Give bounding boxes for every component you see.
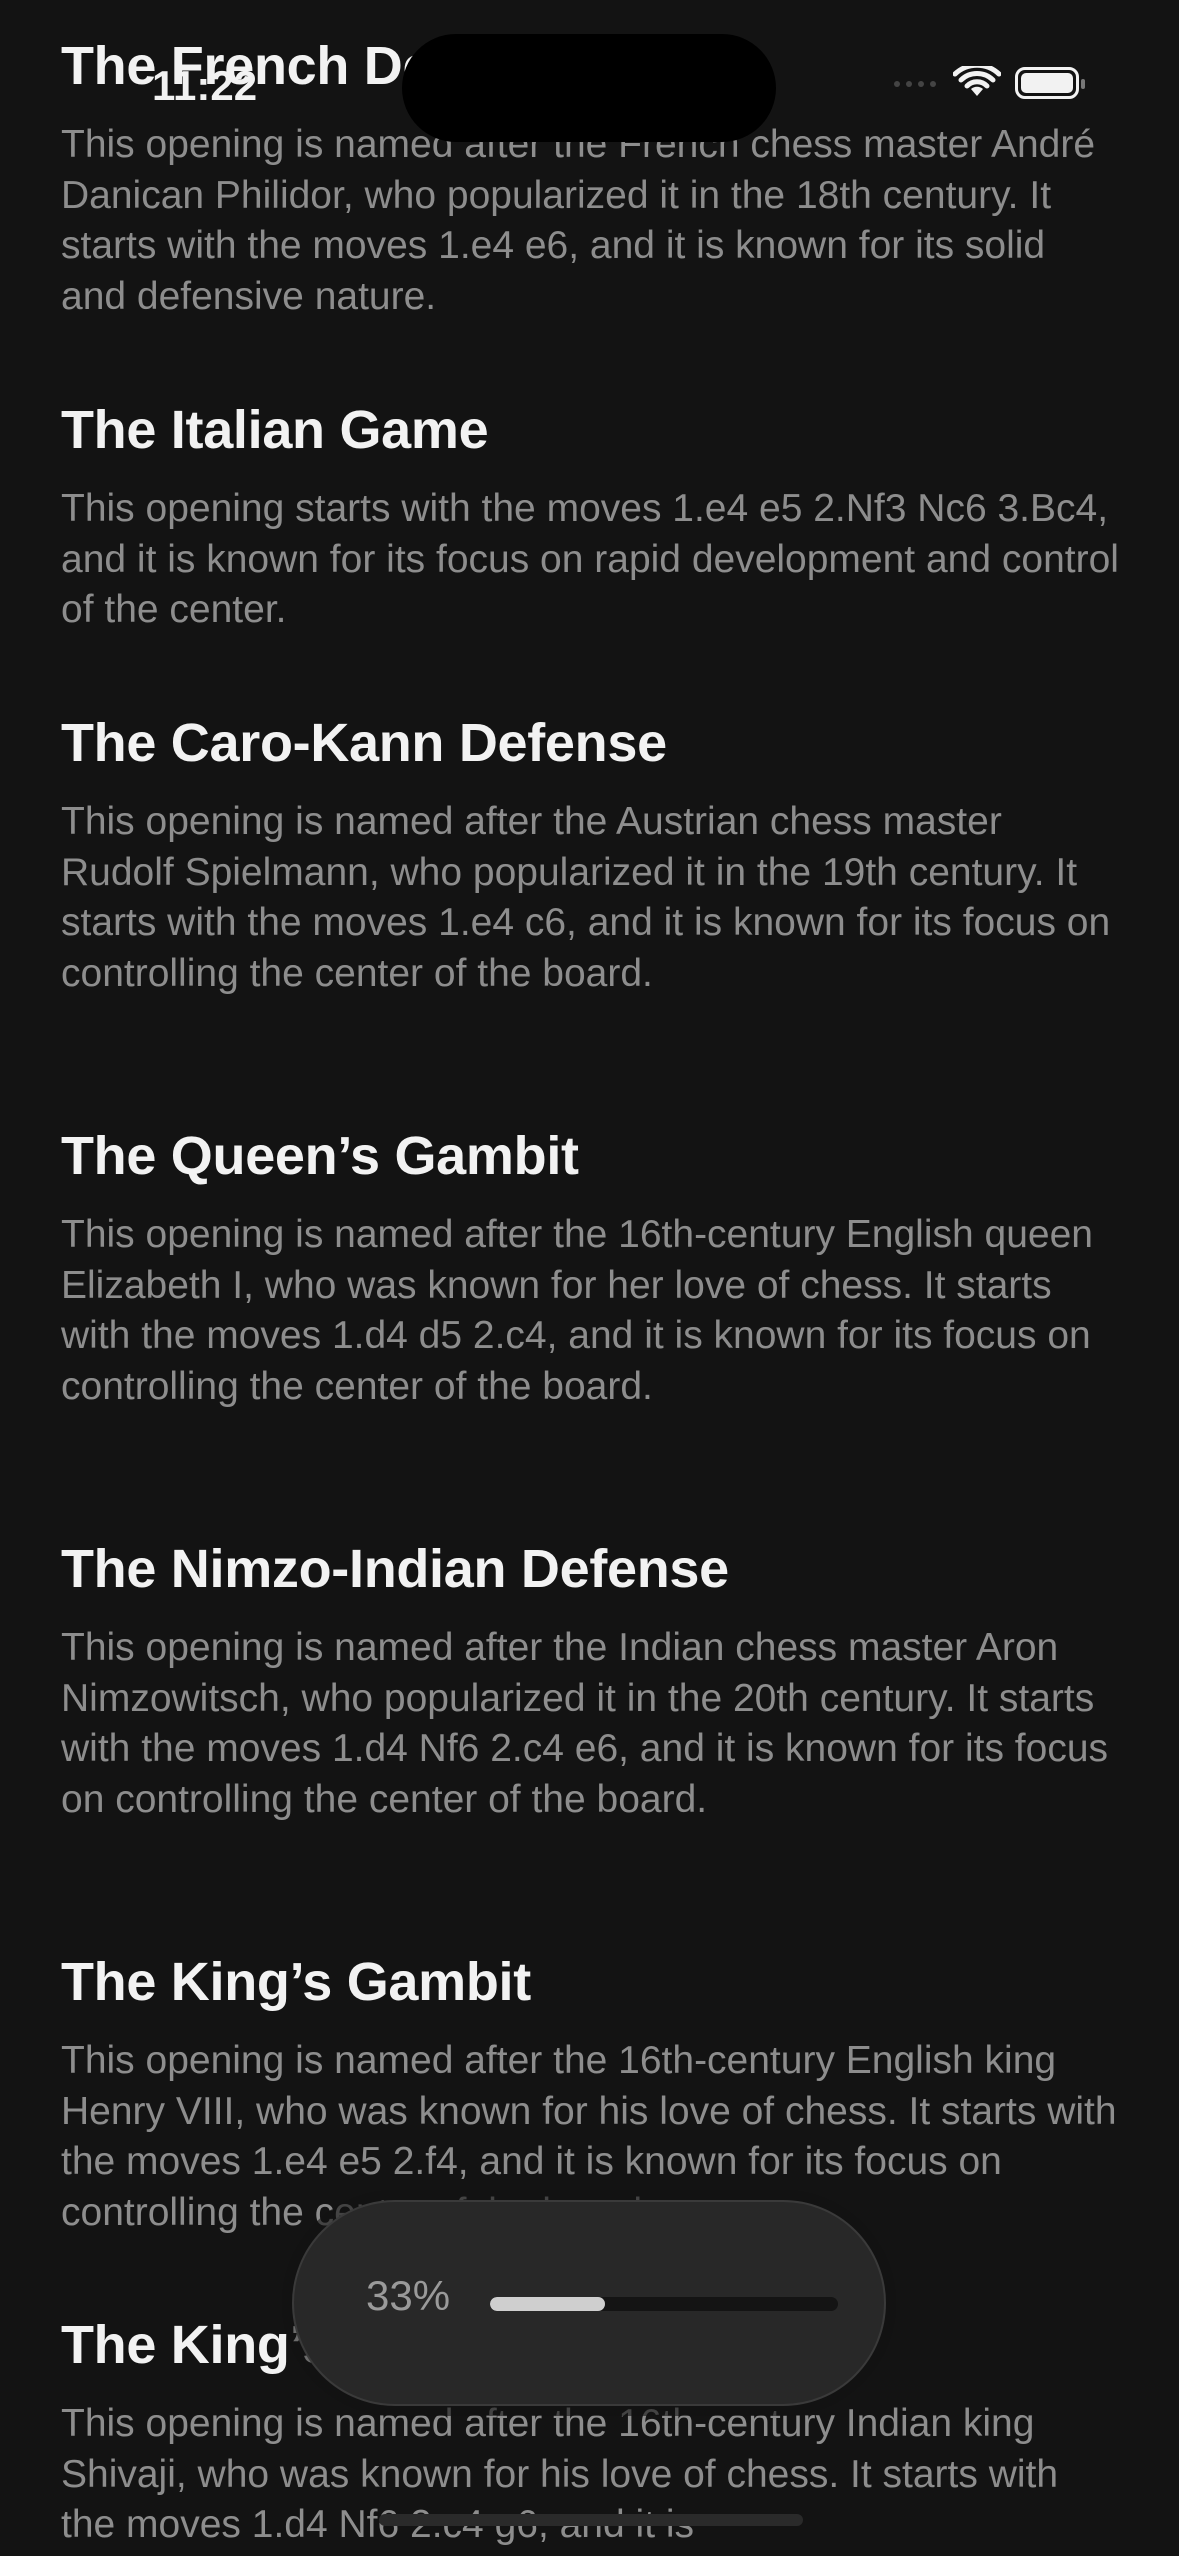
progress-fill <box>490 2297 605 2311</box>
section-title: The Italian Game <box>61 400 489 460</box>
signal-icon <box>891 74 939 92</box>
section-title: The Queen’s Gambit <box>61 1126 579 1186</box>
section-italian-game: The Italian Game This opening starts wit… <box>61 398 1121 636</box>
section-body: This opening is named after the Indian c… <box>61 1626 1109 1821</box>
status-time: 11:22 <box>152 62 258 109</box>
battery-icon <box>1015 67 1085 99</box>
section-queens-gambit: The Queen’s Gambit This opening is named… <box>61 1124 1121 1412</box>
status-icons <box>891 66 1085 100</box>
progress-track <box>490 2297 838 2311</box>
section-title: The King’s Gambit <box>61 1952 531 2012</box>
section-body: This opening is named after the Austrian… <box>61 800 1111 995</box>
section-body: This opening is named after the French c… <box>61 123 1096 318</box>
section-nimzo-indian: The Nimzo-Indian Defense This opening is… <box>61 1537 1121 1825</box>
dynamic-island <box>402 34 776 142</box>
section-body: This opening is named after the 16th-cen… <box>61 2402 1059 2546</box>
section-caro-kann: The Caro-Kann Defense This opening is na… <box>61 711 1121 999</box>
home-indicator[interactable] <box>379 2514 803 2526</box>
section-body: This opening starts with the moves 1.e4 … <box>61 487 1119 631</box>
wifi-icon <box>953 66 1001 96</box>
section-kings-gambit: The King’s Gambit This opening is named … <box>61 1950 1121 2238</box>
reading-progress-pill[interactable]: 33% <box>292 2200 886 2406</box>
section-body: This opening is named after the 16th-cen… <box>61 1213 1093 1408</box>
progress-percent: 33% <box>366 2272 451 2319</box>
section-title: The Nimzo-Indian Defense <box>61 1539 729 1599</box>
section-title: The Caro-Kann Defense <box>61 713 667 773</box>
